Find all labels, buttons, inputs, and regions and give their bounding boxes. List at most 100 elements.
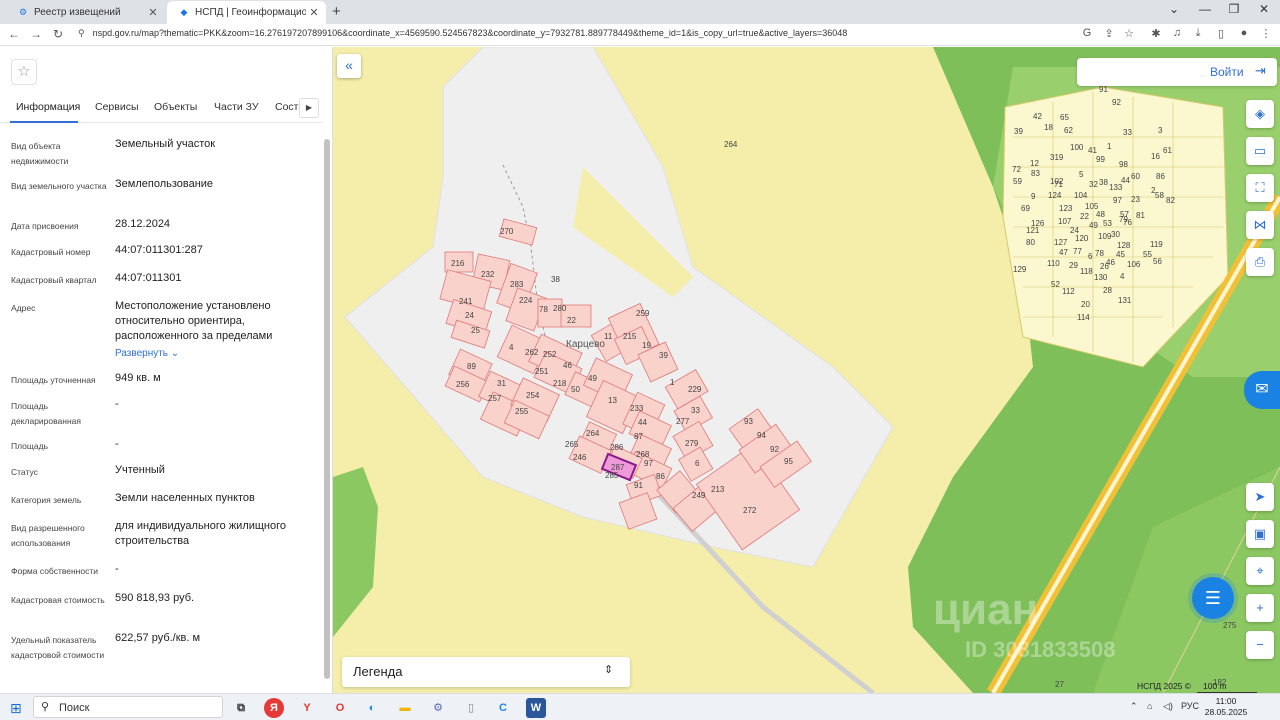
- reload-icon[interactable]: ↻: [50, 27, 66, 41]
- parcel-number-label: 25: [471, 326, 480, 335]
- word-icon[interactable]: W: [526, 698, 546, 718]
- volume-icon[interactable]: ◁): [1163, 701, 1173, 712]
- chat-icon[interactable]: ☰: [1192, 577, 1234, 619]
- parcel-number-label: 81: [1136, 211, 1145, 220]
- parcel-number-label: 56: [1153, 257, 1162, 266]
- yandex-icon[interactable]: Я: [264, 698, 284, 718]
- parcel-number-label: 18: [1044, 123, 1053, 132]
- prop-value: Земельный участок: [115, 138, 216, 150]
- restore-icon[interactable]: ❐: [1224, 2, 1244, 16]
- collapse-panel-button[interactable]: «: [337, 54, 361, 78]
- tab-parts[interactable]: Части ЗУ: [214, 101, 259, 113]
- url-field[interactable]: ⚲ nspd.gov.ru/map?thematic=PKK&zoom=16.27…: [78, 28, 847, 39]
- share-icon[interactable]: ⇪: [1101, 27, 1117, 40]
- media-icon[interactable]: ♫: [1169, 27, 1185, 39]
- parcel-number-label: 44: [1121, 176, 1130, 185]
- opera-icon[interactable]: O: [330, 698, 350, 718]
- layers-icon[interactable]: ◈: [1246, 100, 1274, 128]
- url-text: nspd.gov.ru/map?thematic=PKK&zoom=16.276…: [92, 28, 848, 38]
- menu-icon[interactable]: ⋮: [1258, 27, 1274, 40]
- tabs-scroll-right-icon[interactable]: ▶: [299, 98, 319, 118]
- expand-address-link[interactable]: Развернуть ⌄: [115, 346, 305, 361]
- new-tab-icon[interactable]: +: [332, 3, 341, 20]
- close-tab-icon[interactable]: ✕: [145, 6, 161, 19]
- task-view-icon[interactable]: ⧉: [231, 698, 251, 718]
- legend-dropdown[interactable]: Легенда ⇕: [342, 657, 630, 687]
- ruler-icon[interactable]: ▭: [1246, 137, 1274, 165]
- feedback-badge-icon[interactable]: ✉: [1244, 371, 1280, 409]
- browser-tab-nspd[interactable]: ◆ НСПД | Геоинформационный п ✕: [167, 1, 326, 24]
- prop-label: Площадь: [11, 441, 49, 451]
- network-app-icon[interactable]: ⚙: [428, 698, 448, 718]
- taskbar-search[interactable]: ⚲ Поиск: [33, 696, 223, 718]
- parcel-number-label: 119: [1150, 240, 1163, 249]
- prop-value: -: [115, 398, 119, 410]
- minimap-icon[interactable]: ▣: [1246, 520, 1274, 548]
- search-location-icon[interactable]: ⌖: [1246, 557, 1274, 585]
- map-canvas[interactable]: Карцево 2642702162322833822478 2802224124…: [333, 47, 1280, 693]
- sidepanel-icon[interactable]: ▯: [1213, 27, 1229, 40]
- profile-icon[interactable]: ●: [1236, 27, 1252, 39]
- parcel-number-label: 78: [1095, 249, 1104, 258]
- geolocation-icon[interactable]: ➤: [1246, 483, 1274, 511]
- share-map-icon[interactable]: ⋈: [1246, 211, 1274, 239]
- tab-search-icon[interactable]: ⌄: [1164, 2, 1184, 16]
- panel-tabs: Информация Сервисы Объекты Части ЗУ Сост…: [0, 95, 322, 123]
- parcel-number-label: 42: [1033, 112, 1042, 121]
- prop-value: -: [115, 563, 119, 575]
- parcel-number-label: 6: [695, 459, 700, 468]
- login-label: Войти: [1210, 65, 1244, 79]
- back-icon[interactable]: ←: [6, 27, 22, 41]
- object-info-panel: ☆ Информация Сервисы Объекты Части ЗУ Со…: [0, 47, 333, 693]
- prop-value: для индивидуального жилищного строительс…: [115, 520, 287, 547]
- taskbar-clock[interactable]: 11:00 28.05.2025: [1203, 696, 1249, 718]
- favorite-star-icon[interactable]: ☆: [11, 59, 37, 85]
- tray-arrow-icon[interactable]: ⌃: [1130, 701, 1138, 712]
- select-area-icon[interactable]: ⛶: [1246, 174, 1274, 202]
- bookmark-star-icon[interactable]: ☆: [1121, 27, 1137, 40]
- network-icon[interactable]: ⌂: [1147, 701, 1152, 711]
- chrome-icon[interactable]: C: [493, 698, 513, 718]
- print-icon[interactable]: ⎙: [1246, 248, 1274, 276]
- address-bar: ← → ↻ ⚲ nspd.gov.ru/map?thematic=PKK&zoom…: [0, 24, 1280, 46]
- prop-label: Площадь декларированная: [11, 401, 81, 426]
- close-tab-icon[interactable]: ✕: [306, 6, 322, 19]
- zoom-in-icon[interactable]: +: [1246, 594, 1274, 622]
- cadastral-map[interactable]: Карцево 264 270 216 232 283 38 224 78 280 22 241 24…: [333, 47, 1280, 693]
- parcel-number-label: 31: [497, 379, 506, 388]
- yandex-browser-icon[interactable]: Y: [297, 698, 317, 718]
- download-icon[interactable]: ⤓: [1190, 27, 1206, 40]
- minimize-icon[interactable]: —: [1195, 2, 1215, 16]
- edge-icon[interactable]: ◐: [362, 698, 382, 718]
- tab-objects[interactable]: Объекты: [154, 101, 197, 113]
- parcel-number-label: 272: [743, 506, 757, 515]
- tab-services[interactable]: Сервисы: [95, 101, 139, 113]
- panel-scrollbar[interactable]: [324, 139, 330, 679]
- parcel-number-label: 58: [1155, 191, 1164, 200]
- parcel-number-label: 24: [465, 311, 474, 320]
- zoom-out-icon[interactable]: −: [1246, 631, 1274, 659]
- login-button[interactable]: Войти ⇥: [1077, 58, 1277, 86]
- taskbar-search-label: Поиск: [59, 702, 90, 714]
- browser-tab-registry[interactable]: ⚙ Реестр извещений ✕: [6, 1, 165, 24]
- document-icon[interactable]: ▯: [461, 698, 481, 718]
- site-info-icon[interactable]: ⚲: [78, 28, 85, 38]
- close-window-icon[interactable]: ✕: [1254, 2, 1274, 16]
- map-copyright: НСПД 2025 ©: [1137, 681, 1192, 691]
- parcel-number-label: 262: [525, 348, 539, 357]
- parcel-number-label: 87: [634, 432, 643, 441]
- language-indicator[interactable]: РУС: [1181, 701, 1199, 711]
- parcel-number-label: 93: [744, 417, 753, 426]
- address-value: Местоположение установлено относительно …: [115, 300, 273, 342]
- parcel-number-label: 283: [510, 280, 524, 289]
- file-explorer-icon[interactable]: ▬: [395, 698, 415, 718]
- extensions-icon[interactable]: ✱: [1148, 27, 1164, 40]
- browser-tab-title: НСПД | Геоинформационный п: [195, 7, 306, 18]
- tab-information[interactable]: Информация: [16, 101, 80, 113]
- windows-start-icon[interactable]: ⊞: [10, 700, 22, 717]
- parcel-number-label: 92: [770, 445, 779, 454]
- forward-icon[interactable]: →: [28, 27, 44, 41]
- google-icon[interactable]: G: [1079, 27, 1095, 39]
- parcel-number-label: 49: [1089, 221, 1098, 230]
- parcel-number-label: 224: [519, 296, 533, 305]
